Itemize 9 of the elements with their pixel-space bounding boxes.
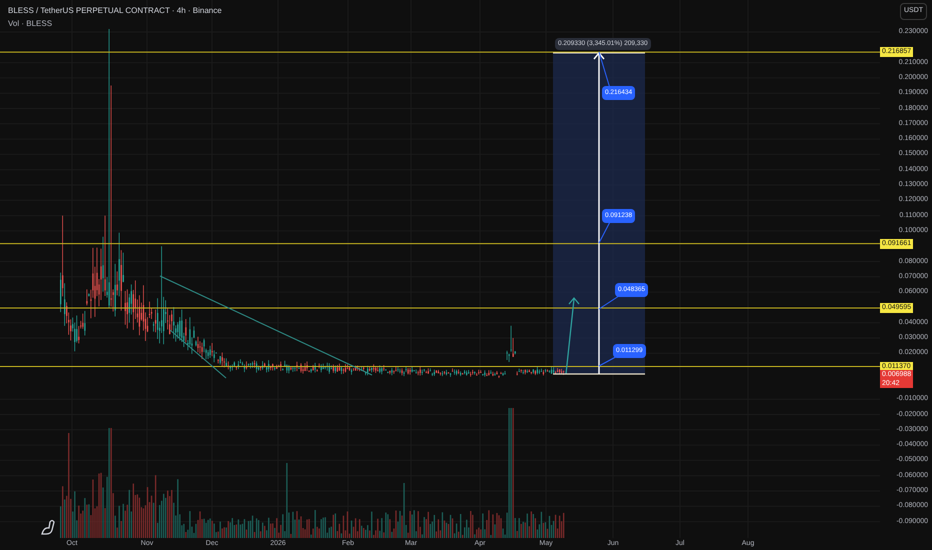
chart-title: BLESS / TetherUS PERPETUAL CONTRACT · 4h · Binance [8, 5, 222, 17]
volume-legend: Vol · BLESS [8, 18, 222, 30]
trend-line[interactable] [160, 276, 372, 376]
price-level-line[interactable] [0, 52, 880, 53]
arrow-drawing[interactable] [565, 297, 580, 374]
trend-line[interactable] [170, 330, 226, 378]
price-level-line[interactable] [0, 243, 880, 244]
price-level-line[interactable] [0, 308, 880, 309]
arrow-drawing[interactable] [593, 52, 605, 374]
